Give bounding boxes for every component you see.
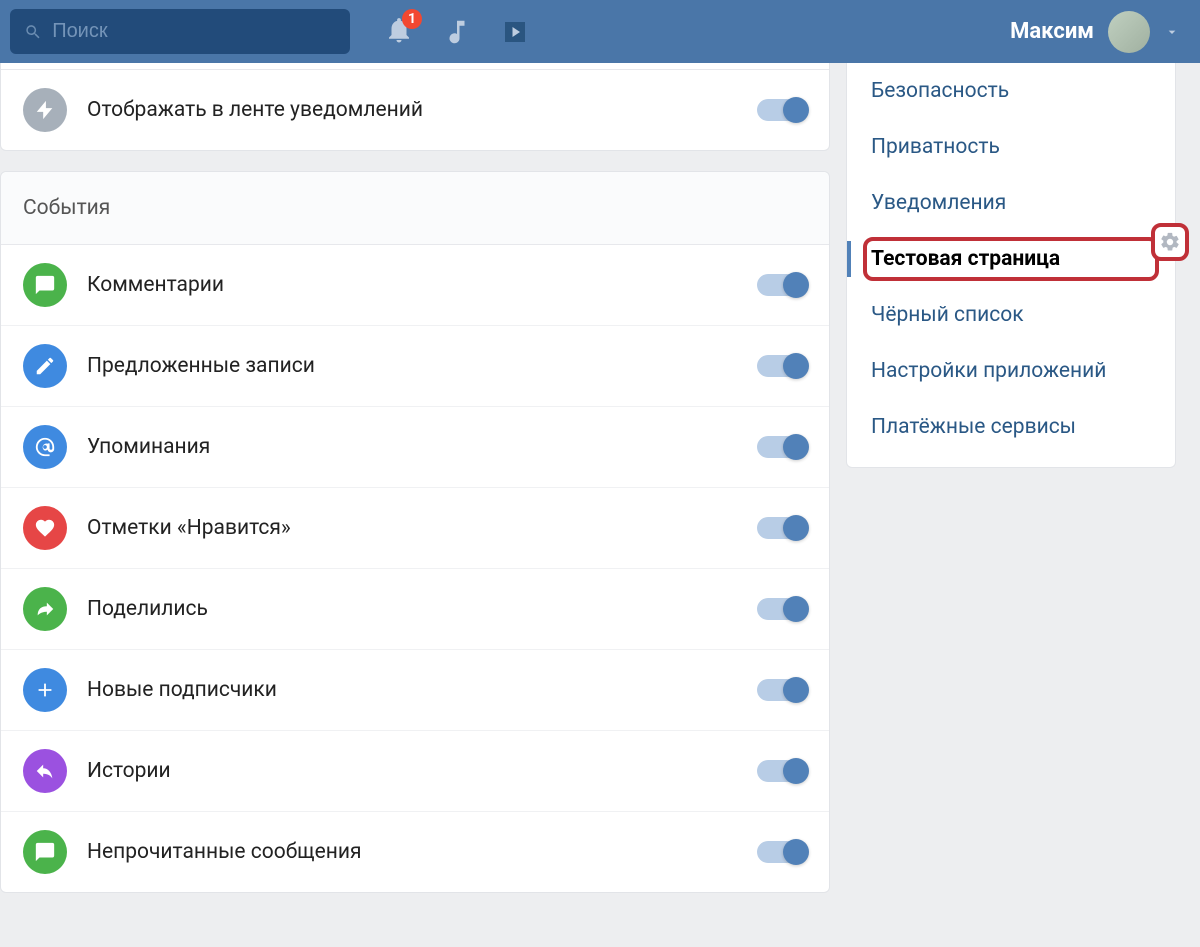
chevron-down-icon[interactable]	[1164, 24, 1180, 40]
event-toggle[interactable]	[757, 517, 807, 539]
event-toggle[interactable]	[757, 679, 807, 701]
sidebar-item[interactable]: Уведомления	[847, 175, 1175, 231]
event-row: Истории	[1, 730, 829, 811]
sidebar-item[interactable]: Безопасность	[847, 63, 1175, 119]
comment-icon	[23, 263, 67, 307]
heart-icon	[23, 506, 67, 550]
plus-icon	[23, 668, 67, 712]
event-toggle[interactable]	[757, 355, 807, 377]
sidebar-item[interactable]: Платёжные сервисы	[847, 399, 1175, 455]
sidebar-item-label: Приватность	[871, 135, 1000, 159]
event-label: Поделились	[87, 597, 737, 621]
event-toggle[interactable]	[757, 760, 807, 782]
event-label: Истории	[87, 759, 737, 783]
event-row: Предложенные записи	[1, 325, 829, 406]
sidebar-item-label: Платёжные сервисы	[871, 415, 1076, 439]
event-row: Поделились	[1, 568, 829, 649]
sidebar-item[interactable]: Настройки приложений	[847, 343, 1175, 399]
sidebar-item[interactable]: Тестовая страница	[847, 231, 1175, 287]
event-row: Отметки «Нравится»	[1, 487, 829, 568]
feed-toggle[interactable]	[757, 99, 807, 121]
search-icon	[24, 22, 42, 42]
gear-icon	[1159, 231, 1181, 253]
sidebar-item-label: Безопасность	[871, 79, 1009, 103]
sidebar-item[interactable]: Приватность	[847, 119, 1175, 175]
event-row: Непрочитанные сообщения	[1, 811, 829, 892]
reply-icon	[23, 749, 67, 793]
event-toggle[interactable]	[757, 274, 807, 296]
app-header: 1 Максим	[0, 0, 1200, 63]
sidebar-item-label: Настройки приложений	[871, 359, 1106, 383]
feed-toggle-label: Отображать в ленте уведомлений	[87, 98, 737, 122]
at-icon	[23, 425, 67, 469]
sidebar-item-label: Чёрный список	[871, 303, 1024, 327]
event-row: Новые подписчики	[1, 649, 829, 730]
event-row: Комментарии	[1, 245, 829, 325]
event-toggle[interactable]	[757, 841, 807, 863]
bolt-icon	[23, 88, 67, 132]
event-toggle[interactable]	[757, 436, 807, 458]
notifications-badge: 1	[402, 9, 422, 29]
event-label: Комментарии	[87, 273, 737, 297]
event-label: Предложенные записи	[87, 354, 737, 378]
card-feed-toggle: Отображать в ленте уведомлений	[0, 63, 830, 151]
sidebar-item-label: Уведомления	[871, 191, 1006, 215]
sidebar-item-label: Тестовая страница	[871, 247, 1060, 271]
avatar[interactable]	[1108, 11, 1150, 53]
event-label: Новые подписчики	[87, 678, 737, 702]
share-icon	[23, 587, 67, 631]
event-label: Упоминания	[87, 435, 737, 459]
pencil-icon	[23, 344, 67, 388]
event-label: Отметки «Нравится»	[87, 516, 737, 540]
comment-icon	[23, 830, 67, 874]
search-input[interactable]	[52, 20, 336, 43]
music-icon[interactable]	[442, 17, 472, 47]
video-icon[interactable]	[500, 17, 530, 47]
event-toggle[interactable]	[757, 598, 807, 620]
card-events: События Комментарии Предложенные записи …	[0, 171, 830, 893]
event-row: Упоминания	[1, 406, 829, 487]
notifications-button[interactable]: 1	[384, 15, 414, 49]
settings-sidebar: Безопасность Приватность Уведомления Тестов…	[846, 63, 1176, 468]
event-label: Непрочитанные сообщения	[87, 840, 737, 864]
search-box	[10, 9, 350, 54]
events-title: События	[1, 172, 829, 245]
gear-callout[interactable]	[1151, 223, 1189, 261]
sidebar-item[interactable]: Чёрный список	[847, 287, 1175, 343]
user-name[interactable]: Максим	[1010, 19, 1094, 44]
